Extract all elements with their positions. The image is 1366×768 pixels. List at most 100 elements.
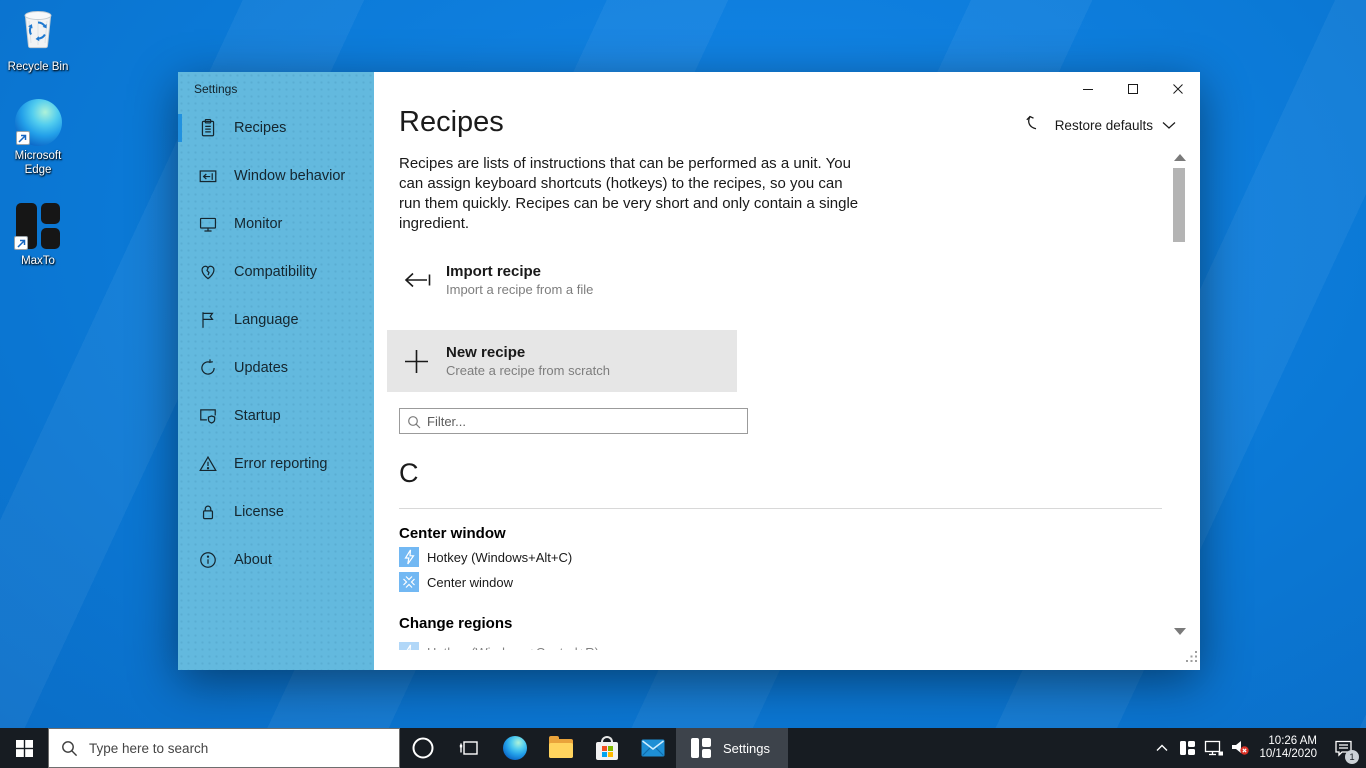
taskbar-clock[interactable]: 10:26 AM 10/14/2020 bbox=[1259, 735, 1317, 762]
monitor-icon bbox=[198, 214, 218, 234]
search-icon bbox=[408, 416, 421, 429]
sidebar-item-label: Startup bbox=[234, 408, 281, 424]
taskbar-app-label: Settings bbox=[723, 740, 770, 756]
start-button[interactable] bbox=[0, 728, 48, 768]
undo-icon bbox=[1024, 112, 1046, 139]
sidebar-item-label: Error reporting bbox=[234, 456, 328, 472]
desktop-icon-label: Recycle Bin bbox=[7, 61, 69, 73]
recipe-hotkey-row[interactable]: Hotkey (Windows+Control+R) bbox=[399, 640, 599, 650]
cortana-icon bbox=[412, 737, 434, 759]
sidebar-item-updates[interactable]: Updates bbox=[178, 344, 374, 392]
volume-button[interactable] bbox=[1227, 728, 1253, 768]
scrollbar[interactable] bbox=[1171, 152, 1188, 648]
network-button[interactable] bbox=[1201, 728, 1227, 768]
sidebar-item-window-behavior[interactable]: Window behavior bbox=[178, 152, 374, 200]
window-move-icon bbox=[198, 166, 218, 186]
flag-icon bbox=[198, 310, 218, 330]
recipe-name: Change regions bbox=[399, 615, 513, 632]
action-subtitle: Import a recipe from a file bbox=[446, 282, 594, 297]
import-recipe-button[interactable]: Import recipe Import a recipe from a fil… bbox=[399, 254, 739, 306]
maxto-icon bbox=[690, 737, 712, 759]
shortcut-arrow-icon bbox=[15, 131, 30, 145]
taskbar-settings-app-button[interactable]: Settings bbox=[676, 728, 788, 768]
clock-time: 10:26 AM bbox=[1268, 734, 1317, 747]
resize-grip[interactable] bbox=[1185, 650, 1198, 668]
chevron-down-icon bbox=[1162, 117, 1176, 135]
lock-icon bbox=[198, 502, 218, 522]
search-placeholder: Type here to search bbox=[89, 740, 209, 756]
hotkey-label: Hotkey (Windows+Alt+C) bbox=[427, 549, 573, 565]
hotkey-bolt-icon bbox=[399, 547, 419, 567]
network-ethernet-icon bbox=[1205, 740, 1224, 755]
tray-maxto-button[interactable] bbox=[1175, 728, 1201, 768]
action-label: Center window bbox=[427, 574, 513, 590]
maximize-button[interactable] bbox=[1110, 74, 1155, 104]
center-window-icon bbox=[399, 572, 419, 592]
sidebar-item-label: Compatibility bbox=[234, 264, 317, 280]
restore-defaults-button[interactable]: Restore defaults bbox=[1024, 112, 1176, 139]
microsoft-store-button[interactable] bbox=[584, 728, 630, 768]
import-icon bbox=[399, 267, 433, 293]
task-view-icon bbox=[459, 741, 478, 755]
page-description: Recipes are lists of instructions that c… bbox=[399, 155, 859, 232]
new-recipe-button[interactable]: New recipe Create a recipe from scratch bbox=[387, 330, 737, 392]
action-title: New recipe bbox=[446, 344, 526, 361]
sidebar-item-label: Updates bbox=[234, 360, 289, 376]
sidebar-item-startup[interactable]: Startup bbox=[178, 392, 374, 440]
section-divider bbox=[399, 508, 1162, 509]
minimize-button[interactable] bbox=[1065, 74, 1110, 104]
scroll-down-icon[interactable] bbox=[1174, 628, 1186, 635]
desktop-icon-label: MaxTo bbox=[21, 255, 55, 267]
sidebar-item-label: About bbox=[234, 552, 272, 568]
action-center-button[interactable]: 1 bbox=[1326, 728, 1360, 768]
filter-input[interactable] bbox=[400, 409, 747, 433]
refresh-icon bbox=[198, 358, 218, 378]
window-title: Settings bbox=[194, 82, 238, 96]
sidebar-item-about[interactable]: About bbox=[178, 536, 374, 584]
task-view-button[interactable] bbox=[446, 728, 492, 768]
recipe-action-row[interactable]: Center window bbox=[399, 570, 572, 594]
search-icon bbox=[62, 740, 78, 756]
sidebar-item-compatibility[interactable]: Compatibility bbox=[178, 248, 374, 296]
scroll-up-icon[interactable] bbox=[1174, 154, 1186, 161]
sidebar-item-language[interactable]: Language bbox=[178, 296, 374, 344]
page-title: Recipes bbox=[399, 106, 504, 138]
mail-button[interactable] bbox=[630, 728, 676, 768]
recipe-hotkey-row[interactable]: Hotkey (Windows+Alt+C) bbox=[399, 545, 572, 569]
sidebar-item-label: Window behavior bbox=[234, 168, 346, 184]
desktop-icon-maxto[interactable]: MaxTo bbox=[0, 201, 76, 268]
cortana-button[interactable] bbox=[400, 728, 446, 768]
taskbar-edge-button[interactable] bbox=[492, 728, 538, 768]
file-explorer-button[interactable] bbox=[538, 728, 584, 768]
sidebar-item-recipes[interactable]: Recipes bbox=[178, 104, 374, 152]
taskbar: Type here to search Settings 10:26 AM 10… bbox=[0, 728, 1366, 768]
mail-icon bbox=[641, 739, 665, 757]
hotkey-bolt-icon bbox=[399, 642, 419, 650]
recycle-bin-icon bbox=[16, 5, 60, 57]
sidebar-item-license[interactable]: License bbox=[178, 488, 374, 536]
sidebar-item-error-reporting[interactable]: Error reporting bbox=[178, 440, 374, 488]
sidebar-item-label: Recipes bbox=[234, 120, 287, 136]
warning-triangle-icon bbox=[198, 454, 218, 474]
desktop-icon-microsoft-edge[interactable]: Microsoft Edge bbox=[0, 99, 76, 177]
taskbar-search-box[interactable]: Type here to search bbox=[48, 728, 400, 768]
tray-expand-button[interactable] bbox=[1149, 728, 1175, 768]
notification-count-badge: 1 bbox=[1345, 750, 1359, 764]
action-subtitle: Create a recipe from scratch bbox=[446, 363, 611, 378]
hotkey-label: Hotkey (Windows+Control+R) bbox=[427, 645, 599, 651]
close-button[interactable] bbox=[1155, 74, 1200, 104]
maxto-icon bbox=[1180, 740, 1196, 756]
startup-shield-icon bbox=[198, 406, 218, 426]
shortcut-arrow-icon bbox=[14, 236, 28, 250]
section-letter-header: C bbox=[399, 458, 419, 488]
window-controls bbox=[1065, 74, 1200, 104]
sidebar-item-monitor[interactable]: Monitor bbox=[178, 200, 374, 248]
volume-muted-icon bbox=[1232, 741, 1250, 755]
recipe-group-change-regions: Change regions Hotkey (Windows+Control+R… bbox=[399, 614, 599, 650]
maxto-icon bbox=[13, 201, 63, 251]
broken-heart-icon bbox=[198, 262, 218, 282]
filter-field bbox=[399, 408, 748, 434]
scrollbar-thumb[interactable] bbox=[1173, 168, 1185, 242]
desktop-icon-recycle-bin[interactable]: Recycle Bin bbox=[0, 5, 76, 74]
desktop: Recycle Bin Microsoft Edge MaxTo Setting… bbox=[0, 0, 1366, 768]
